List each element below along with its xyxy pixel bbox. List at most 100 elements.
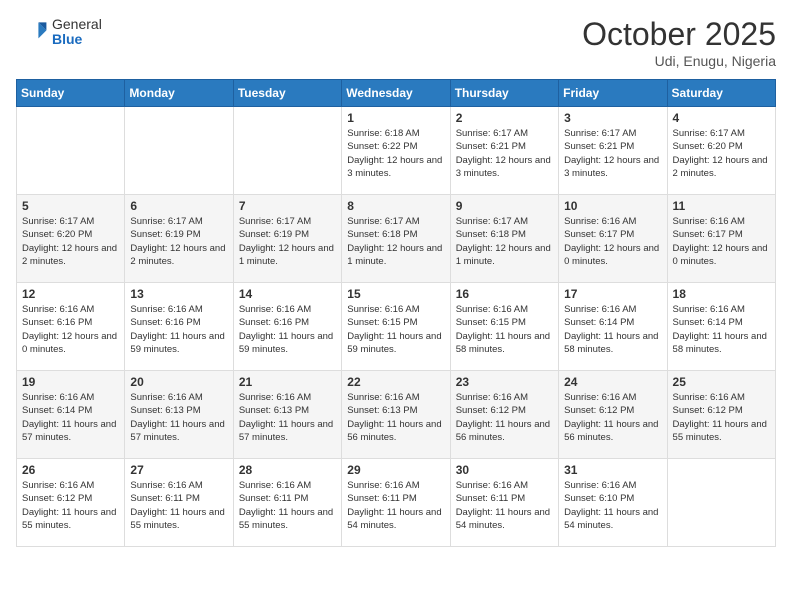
logo: General Blue — [16, 16, 102, 48]
calendar-week-2: 12 Sunrise: 6:16 AMSunset: 6:16 PMDaylig… — [17, 283, 776, 371]
day-number: 16 — [456, 287, 553, 301]
day-number: 6 — [130, 199, 227, 213]
calendar-cell: 30 Sunrise: 6:16 AMSunset: 6:11 PMDaylig… — [450, 459, 558, 547]
day-number: 27 — [130, 463, 227, 477]
calendar-cell: 10 Sunrise: 6:16 AMSunset: 6:17 PMDaylig… — [559, 195, 667, 283]
day-info: Sunrise: 6:17 AMSunset: 6:18 PMDaylight:… — [456, 215, 553, 268]
weekday-header-row: SundayMondayTuesdayWednesdayThursdayFrid… — [17, 80, 776, 107]
calendar-cell: 12 Sunrise: 6:16 AMSunset: 6:16 PMDaylig… — [17, 283, 125, 371]
calendar-cell: 20 Sunrise: 6:16 AMSunset: 6:13 PMDaylig… — [125, 371, 233, 459]
title-block: October 2025 Udi, Enugu, Nigeria — [582, 16, 776, 69]
day-number: 15 — [347, 287, 444, 301]
calendar-cell: 15 Sunrise: 6:16 AMSunset: 6:15 PMDaylig… — [342, 283, 450, 371]
day-info: Sunrise: 6:17 AMSunset: 6:18 PMDaylight:… — [347, 215, 444, 268]
calendar-cell: 17 Sunrise: 6:16 AMSunset: 6:14 PMDaylig… — [559, 283, 667, 371]
day-info: Sunrise: 6:16 AMSunset: 6:16 PMDaylight:… — [22, 303, 119, 356]
calendar-cell: 16 Sunrise: 6:16 AMSunset: 6:15 PMDaylig… — [450, 283, 558, 371]
calendar-cell: 1 Sunrise: 6:18 AMSunset: 6:22 PMDayligh… — [342, 107, 450, 195]
day-number: 22 — [347, 375, 444, 389]
calendar-week-0: 1 Sunrise: 6:18 AMSunset: 6:22 PMDayligh… — [17, 107, 776, 195]
calendar-cell: 19 Sunrise: 6:16 AMSunset: 6:14 PMDaylig… — [17, 371, 125, 459]
calendar-cell: 21 Sunrise: 6:16 AMSunset: 6:13 PMDaylig… — [233, 371, 341, 459]
day-info: Sunrise: 6:17 AMSunset: 6:20 PMDaylight:… — [673, 127, 770, 180]
day-info: Sunrise: 6:18 AMSunset: 6:22 PMDaylight:… — [347, 127, 444, 180]
weekday-tuesday: Tuesday — [233, 80, 341, 107]
day-number: 1 — [347, 111, 444, 125]
day-number: 11 — [673, 199, 770, 213]
calendar-cell — [125, 107, 233, 195]
day-number: 25 — [673, 375, 770, 389]
calendar-cell: 28 Sunrise: 6:16 AMSunset: 6:11 PMDaylig… — [233, 459, 341, 547]
day-number: 31 — [564, 463, 661, 477]
day-number: 20 — [130, 375, 227, 389]
day-info: Sunrise: 6:16 AMSunset: 6:15 PMDaylight:… — [347, 303, 444, 356]
calendar-cell — [667, 459, 775, 547]
calendar-cell: 27 Sunrise: 6:16 AMSunset: 6:11 PMDaylig… — [125, 459, 233, 547]
day-info: Sunrise: 6:16 AMSunset: 6:13 PMDaylight:… — [239, 391, 336, 444]
calendar-cell: 9 Sunrise: 6:17 AMSunset: 6:18 PMDayligh… — [450, 195, 558, 283]
day-number: 28 — [239, 463, 336, 477]
day-number: 2 — [456, 111, 553, 125]
calendar-table: SundayMondayTuesdayWednesdayThursdayFrid… — [16, 79, 776, 547]
day-info: Sunrise: 6:16 AMSunset: 6:12 PMDaylight:… — [673, 391, 770, 444]
day-number: 19 — [22, 375, 119, 389]
calendar-week-3: 19 Sunrise: 6:16 AMSunset: 6:14 PMDaylig… — [17, 371, 776, 459]
day-info: Sunrise: 6:17 AMSunset: 6:20 PMDaylight:… — [22, 215, 119, 268]
logo-general-text: General — [52, 17, 102, 32]
weekday-saturday: Saturday — [667, 80, 775, 107]
calendar-week-1: 5 Sunrise: 6:17 AMSunset: 6:20 PMDayligh… — [17, 195, 776, 283]
calendar-cell: 8 Sunrise: 6:17 AMSunset: 6:18 PMDayligh… — [342, 195, 450, 283]
month-title: October 2025 — [582, 16, 776, 53]
calendar-cell: 2 Sunrise: 6:17 AMSunset: 6:21 PMDayligh… — [450, 107, 558, 195]
weekday-sunday: Sunday — [17, 80, 125, 107]
day-info: Sunrise: 6:16 AMSunset: 6:13 PMDaylight:… — [130, 391, 227, 444]
day-info: Sunrise: 6:17 AMSunset: 6:19 PMDaylight:… — [239, 215, 336, 268]
calendar-cell: 4 Sunrise: 6:17 AMSunset: 6:20 PMDayligh… — [667, 107, 775, 195]
calendar-cell — [17, 107, 125, 195]
day-number: 21 — [239, 375, 336, 389]
day-info: Sunrise: 6:16 AMSunset: 6:17 PMDaylight:… — [673, 215, 770, 268]
weekday-friday: Friday — [559, 80, 667, 107]
calendar-cell: 25 Sunrise: 6:16 AMSunset: 6:12 PMDaylig… — [667, 371, 775, 459]
calendar-cell: 31 Sunrise: 6:16 AMSunset: 6:10 PMDaylig… — [559, 459, 667, 547]
calendar-cell: 23 Sunrise: 6:16 AMSunset: 6:12 PMDaylig… — [450, 371, 558, 459]
day-number: 29 — [347, 463, 444, 477]
day-info: Sunrise: 6:16 AMSunset: 6:15 PMDaylight:… — [456, 303, 553, 356]
logo-icon — [16, 16, 48, 48]
weekday-monday: Monday — [125, 80, 233, 107]
logo-blue-text: Blue — [52, 32, 102, 47]
day-info: Sunrise: 6:16 AMSunset: 6:14 PMDaylight:… — [22, 391, 119, 444]
day-number: 3 — [564, 111, 661, 125]
calendar-cell: 5 Sunrise: 6:17 AMSunset: 6:20 PMDayligh… — [17, 195, 125, 283]
location-text: Udi, Enugu, Nigeria — [582, 53, 776, 69]
day-info: Sunrise: 6:16 AMSunset: 6:16 PMDaylight:… — [130, 303, 227, 356]
day-number: 30 — [456, 463, 553, 477]
day-info: Sunrise: 6:16 AMSunset: 6:10 PMDaylight:… — [564, 479, 661, 532]
calendar-cell: 22 Sunrise: 6:16 AMSunset: 6:13 PMDaylig… — [342, 371, 450, 459]
day-number: 10 — [564, 199, 661, 213]
calendar-cell: 24 Sunrise: 6:16 AMSunset: 6:12 PMDaylig… — [559, 371, 667, 459]
calendar-cell: 26 Sunrise: 6:16 AMSunset: 6:12 PMDaylig… — [17, 459, 125, 547]
day-number: 7 — [239, 199, 336, 213]
day-number: 18 — [673, 287, 770, 301]
day-number: 26 — [22, 463, 119, 477]
day-info: Sunrise: 6:16 AMSunset: 6:11 PMDaylight:… — [347, 479, 444, 532]
day-number: 14 — [239, 287, 336, 301]
calendar-cell: 29 Sunrise: 6:16 AMSunset: 6:11 PMDaylig… — [342, 459, 450, 547]
day-number: 12 — [22, 287, 119, 301]
day-number: 13 — [130, 287, 227, 301]
day-info: Sunrise: 6:17 AMSunset: 6:21 PMDaylight:… — [456, 127, 553, 180]
logo-text: General Blue — [52, 17, 102, 48]
day-info: Sunrise: 6:16 AMSunset: 6:11 PMDaylight:… — [130, 479, 227, 532]
weekday-wednesday: Wednesday — [342, 80, 450, 107]
day-number: 23 — [456, 375, 553, 389]
day-info: Sunrise: 6:16 AMSunset: 6:11 PMDaylight:… — [456, 479, 553, 532]
calendar-cell: 18 Sunrise: 6:16 AMSunset: 6:14 PMDaylig… — [667, 283, 775, 371]
page-header: General Blue October 2025 Udi, Enugu, Ni… — [16, 16, 776, 69]
calendar-cell: 7 Sunrise: 6:17 AMSunset: 6:19 PMDayligh… — [233, 195, 341, 283]
day-number: 5 — [22, 199, 119, 213]
day-info: Sunrise: 6:17 AMSunset: 6:19 PMDaylight:… — [130, 215, 227, 268]
calendar-cell: 14 Sunrise: 6:16 AMSunset: 6:16 PMDaylig… — [233, 283, 341, 371]
day-number: 8 — [347, 199, 444, 213]
calendar-week-4: 26 Sunrise: 6:16 AMSunset: 6:12 PMDaylig… — [17, 459, 776, 547]
